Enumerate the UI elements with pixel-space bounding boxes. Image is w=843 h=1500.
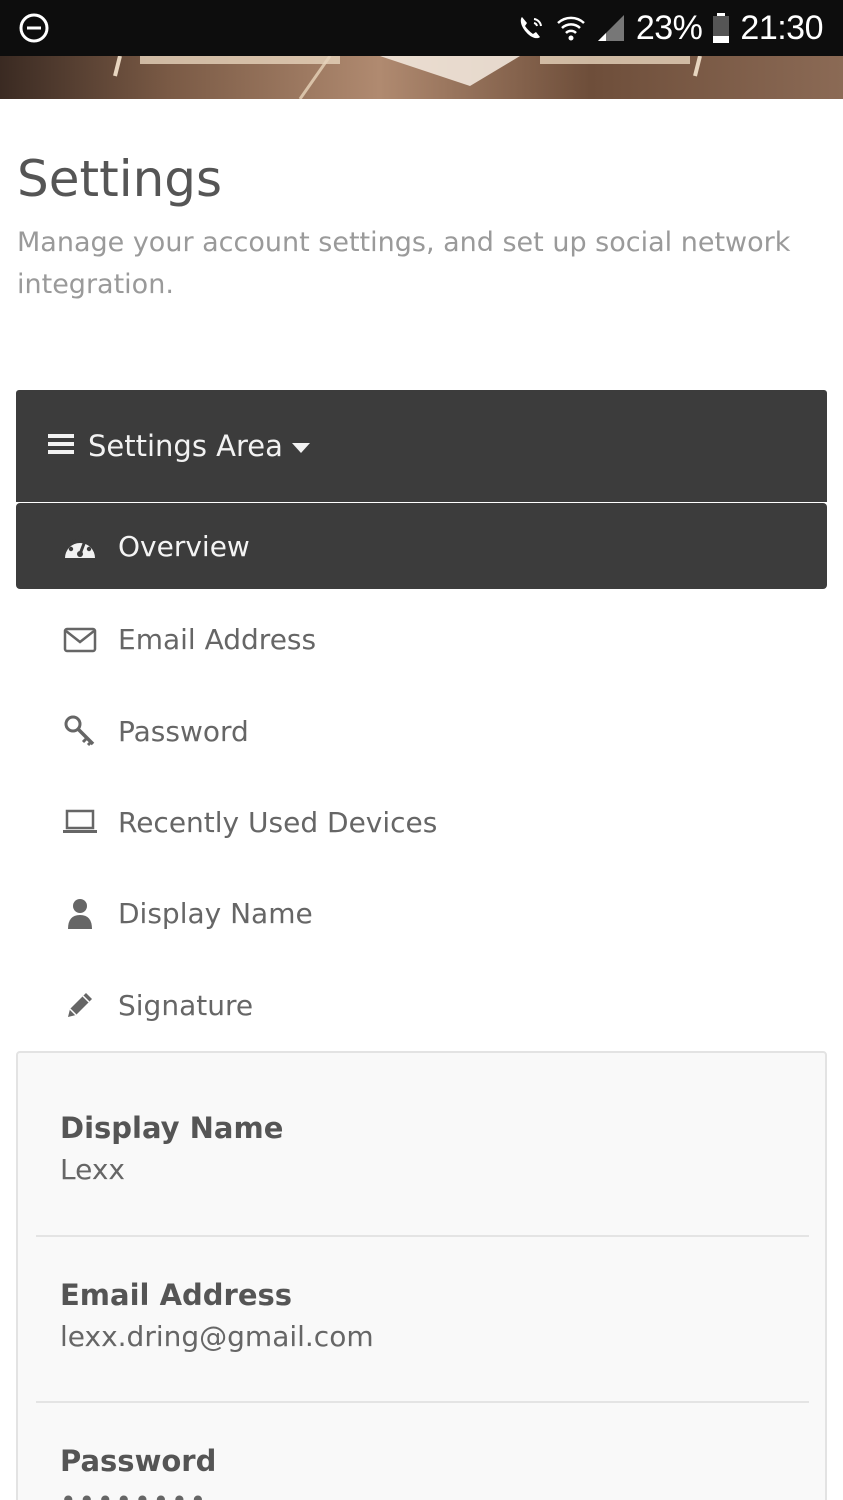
settings-area-toggle[interactable]: Settings Area: [16, 390, 827, 502]
pencil-icon: [62, 987, 98, 1023]
settings-menu: Overview Email Address Password Recently…: [16, 503, 827, 1051]
overview-card: Display Name Lexx Email Address lexx.dri…: [16, 1051, 827, 1500]
envelope-icon: [62, 622, 98, 658]
display-name-value: Lexx: [60, 1153, 125, 1186]
cell-signal-icon: [596, 13, 626, 43]
menu-item-password[interactable]: Password: [16, 685, 827, 776]
menu-item-display-name[interactable]: Display Name: [16, 868, 827, 959]
battery-icon: [712, 13, 730, 43]
user-icon: [62, 896, 98, 932]
header-banner-image: [0, 56, 843, 99]
password-label: Password: [60, 1444, 217, 1478]
wifi-call-icon: [516, 13, 546, 43]
password-value: ••••••••: [60, 1484, 216, 1500]
wifi-icon: [556, 13, 586, 43]
caret-down-icon: [291, 443, 310, 453]
menu-item-label: Recently Used Devices: [118, 805, 438, 839]
laptop-icon: [62, 804, 98, 840]
hamburger-icon: [48, 433, 74, 459]
email-label: Email Address: [60, 1278, 293, 1312]
menu-item-overview[interactable]: Overview: [16, 503, 827, 589]
menu-item-label: Signature: [118, 988, 254, 1022]
menu-item-label: Display Name: [118, 897, 313, 931]
menu-item-label: Password: [118, 714, 249, 748]
key-icon: [62, 713, 98, 749]
divider: [36, 1401, 809, 1403]
settings-area-label: Settings Area: [88, 429, 283, 463]
status-bar: 23% 21:30: [0, 0, 843, 56]
battery-percent: 23%: [635, 8, 703, 47]
email-value: lexx.dring@gmail.com: [60, 1320, 374, 1353]
display-name-row: Display Name Lexx: [18, 1111, 283, 1186]
page-subtitle: Manage your account settings, and set up…: [17, 227, 791, 300]
do-not-disturb-icon: [18, 12, 50, 44]
menu-item-email-address[interactable]: Email Address: [16, 594, 827, 685]
dashboard-icon: [62, 528, 98, 564]
divider: [36, 1235, 809, 1237]
menu-item-label: Overview: [118, 529, 250, 563]
email-row: Email Address lexx.dring@gmail.com: [18, 1278, 374, 1353]
menu-item-signature[interactable]: Signature: [16, 960, 827, 1051]
menu-item-label: Email Address: [118, 623, 317, 657]
display-name-label: Display Name: [60, 1111, 284, 1145]
menu-item-recently-used-devices[interactable]: Recently Used Devices: [16, 777, 827, 868]
password-row: Password ••••••••: [18, 1444, 216, 1500]
page-title: Settings: [17, 150, 223, 208]
clock: 21:30: [740, 8, 823, 47]
